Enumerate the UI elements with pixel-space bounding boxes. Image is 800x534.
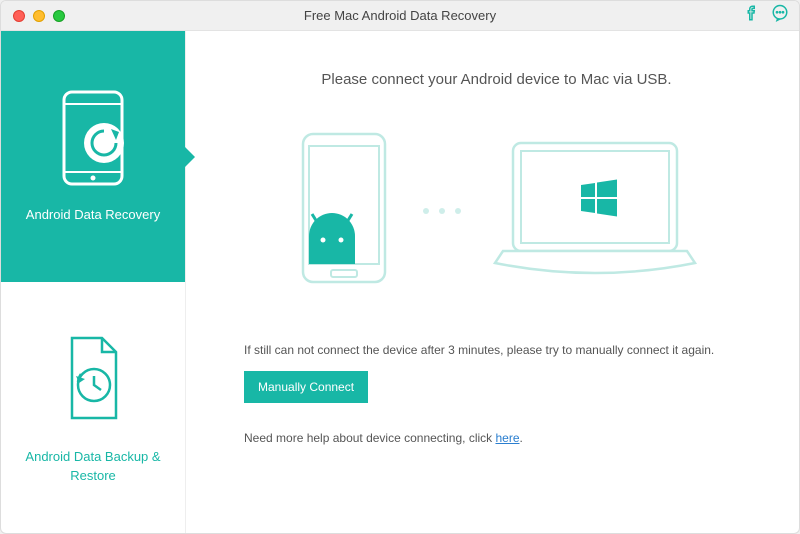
sidebar-item-backup-restore[interactable]: Android Data Backup & Restore: [1, 282, 185, 533]
help-suffix: .: [520, 431, 523, 445]
titlebar: Free Mac Android Data Recovery: [1, 1, 799, 31]
minimize-window-button[interactable]: [33, 10, 45, 22]
app-window: Free Mac Android Data Recovery: [0, 0, 800, 534]
help-prefix: Need more help about device connecting, …: [244, 431, 495, 445]
facebook-icon[interactable]: [743, 4, 761, 27]
laptop-windows-icon: [485, 133, 705, 288]
phone-refresh-icon: [54, 88, 132, 188]
feedback-icon[interactable]: [771, 4, 789, 27]
help-link[interactable]: here: [495, 431, 519, 445]
file-history-icon: [54, 330, 132, 430]
connection-dots-icon: [423, 208, 461, 214]
manually-connect-button[interactable]: Manually Connect: [244, 371, 368, 403]
connection-diagram: [244, 128, 749, 293]
android-phone-icon: [289, 128, 399, 293]
sidebar-item-label: Android Data Recovery: [26, 206, 160, 224]
zoom-window-button[interactable]: [53, 10, 65, 22]
main-panel: Please connect your Android device to Ma…: [186, 31, 799, 533]
connection-hint: If still can not connect the device afte…: [244, 343, 749, 357]
instruction-headline: Please connect your Android device to Ma…: [244, 71, 749, 88]
window-controls: [13, 10, 65, 22]
sidebar-item-data-recovery[interactable]: Android Data Recovery: [1, 31, 185, 282]
sidebar-item-label: Android Data Backup & Restore: [11, 448, 175, 484]
sidebar: Android Data Recovery Android Data Backu…: [1, 31, 186, 533]
help-text: Need more help about device connecting, …: [244, 431, 749, 445]
window-title: Free Mac Android Data Recovery: [1, 8, 799, 23]
close-window-button[interactable]: [13, 10, 25, 22]
